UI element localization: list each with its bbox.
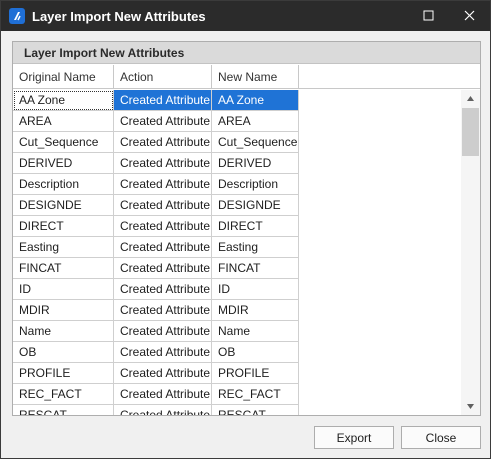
- cell-original-name[interactable]: PROFILE: [13, 363, 114, 384]
- cell-new-name[interactable]: AA Zone: [212, 90, 299, 111]
- cell-new-name[interactable]: DESIGNDE: [212, 195, 299, 216]
- table-row[interactable]: PROFILE Created Attribute PROFILE: [13, 363, 300, 384]
- cell-action[interactable]: Created Attribute: [114, 90, 212, 111]
- table-row[interactable]: Cut_Sequence Created Attribute Cut_Sequenc…: [13, 132, 300, 153]
- table-row[interactable]: DIRECT Created Attribute DIRECT: [13, 216, 300, 237]
- column-header-new-name[interactable]: New Name: [212, 65, 299, 89]
- table-row[interactable]: Easting Created Attribute Easting: [13, 237, 300, 258]
- cell-original-name[interactable]: MDIR: [13, 300, 114, 321]
- column-header-original-name[interactable]: Original Name: [13, 65, 114, 89]
- close-icon: [464, 10, 475, 21]
- cell-action[interactable]: Created Attribute: [114, 300, 212, 321]
- cell-action[interactable]: Created Attribute: [114, 279, 212, 300]
- close-button[interactable]: Close: [401, 426, 481, 449]
- table-row[interactable]: Name Created Attribute Name: [13, 321, 300, 342]
- scroll-thumb[interactable]: [462, 108, 479, 156]
- cell-action[interactable]: Created Attribute: [114, 216, 212, 237]
- cell-action[interactable]: Created Attribute: [114, 363, 212, 384]
- cell-new-name[interactable]: OB: [212, 342, 299, 363]
- cell-new-name[interactable]: Description: [212, 174, 299, 195]
- cell-new-name[interactable]: MDIR: [212, 300, 299, 321]
- panel-header: Layer Import New Attributes: [13, 42, 480, 64]
- cell-action[interactable]: Created Attribute: [114, 153, 212, 174]
- table-row[interactable]: Description Created Attribute Description: [13, 174, 300, 195]
- window-title: Layer Import New Attributes: [32, 9, 206, 24]
- cell-original-name[interactable]: Name: [13, 321, 114, 342]
- table-row[interactable]: AA Zone Created Attribute AA Zone: [13, 90, 300, 111]
- cell-original-name[interactable]: Cut_Sequence: [13, 132, 114, 153]
- cell-original-name[interactable]: DESIGNDE: [13, 195, 114, 216]
- maximize-icon: [423, 10, 434, 21]
- panel-title: Layer Import New Attributes: [24, 46, 185, 60]
- cell-original-name[interactable]: DERIVED: [13, 153, 114, 174]
- cell-new-name[interactable]: ID: [212, 279, 299, 300]
- table-row[interactable]: REC_FACT Created Attribute REC_FACT: [13, 384, 300, 405]
- cell-action[interactable]: Created Attribute: [114, 174, 212, 195]
- grid-body: AA Zone Created Attribute AA Zone AREA Creat…: [13, 90, 461, 415]
- maximize-button[interactable]: [409, 1, 449, 31]
- app-logo-icon: [9, 8, 25, 24]
- title-bar[interactable]: Layer Import New Attributes: [1, 1, 490, 31]
- dialog-window: Layer Import New Attributes Layer Import…: [0, 0, 491, 459]
- cell-new-name[interactable]: RESCAT: [212, 405, 299, 415]
- cell-action[interactable]: Created Attribute: [114, 195, 212, 216]
- cell-action[interactable]: Created Attribute: [114, 405, 212, 415]
- vertical-scrollbar[interactable]: [461, 90, 480, 415]
- cell-original-name[interactable]: Easting: [13, 237, 114, 258]
- cell-action[interactable]: Created Attribute: [114, 237, 212, 258]
- cell-action[interactable]: Created Attribute: [114, 132, 212, 153]
- table-row[interactable]: DESIGNDE Created Attribute DESIGNDE: [13, 195, 300, 216]
- cell-original-name[interactable]: AREA: [13, 111, 114, 132]
- cell-original-name[interactable]: OB: [13, 342, 114, 363]
- scroll-down-button[interactable]: [461, 398, 480, 415]
- cell-original-name[interactable]: AA Zone: [13, 90, 114, 111]
- cell-original-name[interactable]: Description: [13, 174, 114, 195]
- cell-new-name[interactable]: DERIVED: [212, 153, 299, 174]
- cell-original-name[interactable]: DIRECT: [13, 216, 114, 237]
- arrow-down-icon: [467, 404, 474, 409]
- cell-new-name[interactable]: AREA: [212, 111, 299, 132]
- grid-header: Original Name Action New Name: [13, 65, 480, 89]
- cell-new-name[interactable]: FINCAT: [212, 258, 299, 279]
- column-header-action[interactable]: Action: [114, 65, 212, 89]
- cell-action[interactable]: Created Attribute: [114, 321, 212, 342]
- table-row[interactable]: AREA Created Attribute AREA: [13, 111, 300, 132]
- attributes-panel: Layer Import New Attributes Original Nam…: [12, 41, 481, 416]
- cell-new-name[interactable]: Easting: [212, 237, 299, 258]
- cell-new-name[interactable]: Name: [212, 321, 299, 342]
- table-row[interactable]: MDIR Created Attribute MDIR: [13, 300, 300, 321]
- cell-action[interactable]: Created Attribute: [114, 111, 212, 132]
- export-button[interactable]: Export: [314, 426, 394, 449]
- close-window-button[interactable]: [450, 1, 490, 31]
- table-row[interactable]: ID Created Attribute ID: [13, 279, 300, 300]
- cell-new-name[interactable]: PROFILE: [212, 363, 299, 384]
- table-row[interactable]: OB Created Attribute OB: [13, 342, 300, 363]
- cell-action[interactable]: Created Attribute: [114, 258, 212, 279]
- cell-new-name[interactable]: Cut_Sequence: [212, 132, 299, 153]
- cell-original-name[interactable]: RESCAT: [13, 405, 114, 415]
- table-row[interactable]: FINCAT Created Attribute FINCAT: [13, 258, 300, 279]
- cell-original-name[interactable]: REC_FACT: [13, 384, 114, 405]
- scroll-up-button[interactable]: [461, 90, 480, 107]
- cell-original-name[interactable]: ID: [13, 279, 114, 300]
- cell-new-name[interactable]: DIRECT: [212, 216, 299, 237]
- cell-action[interactable]: Created Attribute: [114, 384, 212, 405]
- arrow-up-icon: [467, 96, 474, 101]
- table-row[interactable]: RESCAT Created Attribute RESCAT: [13, 405, 300, 415]
- cell-action[interactable]: Created Attribute: [114, 342, 212, 363]
- cell-new-name[interactable]: REC_FACT: [212, 384, 299, 405]
- cell-original-name[interactable]: FINCAT: [13, 258, 114, 279]
- table-row[interactable]: DERIVED Created Attribute DERIVED: [13, 153, 300, 174]
